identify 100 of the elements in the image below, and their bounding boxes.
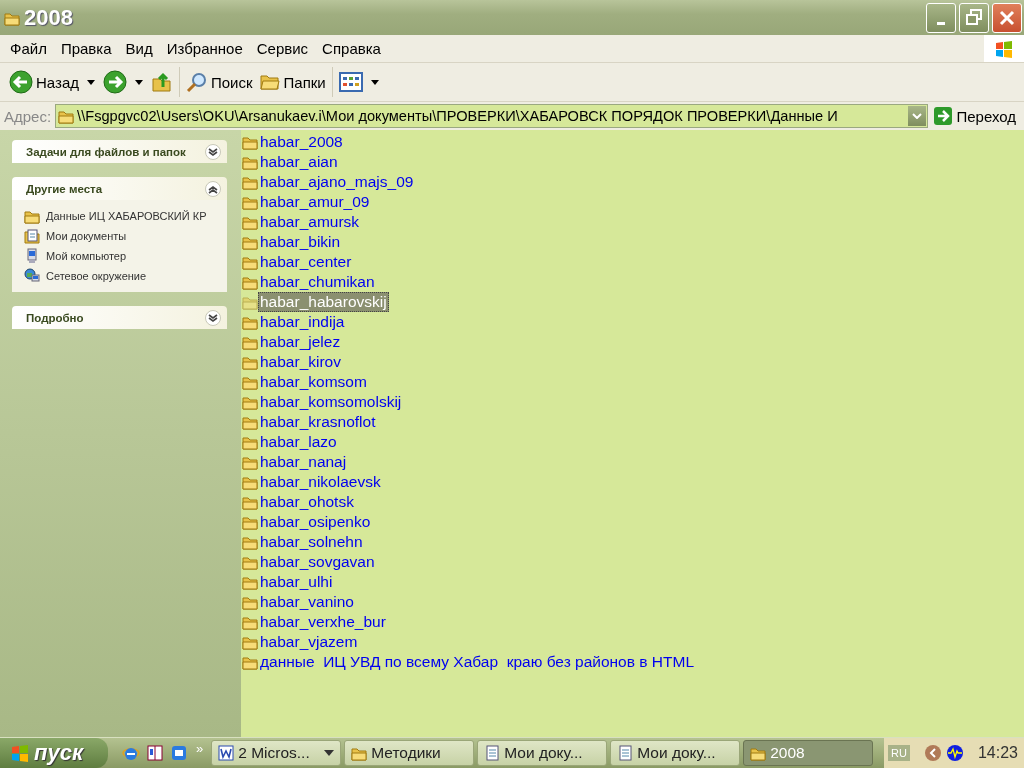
folder-name[interactable]: habar_krasnoflot	[258, 412, 378, 432]
restore-icon	[966, 8, 982, 25]
address-field[interactable]: \\Fsgpgvc02\Users\OKU\Arsanukaev.i\Мои документы\ПРОВЕРКИ\ХАБАРОВСК ПОРЯДОК ПРОВЕРКИ\Данные И	[55, 104, 929, 128]
folder-icon[interactable]	[242, 254, 258, 270]
place-link[interactable]: Сетевое окружение	[24, 268, 221, 284]
taskbar-button[interactable]: Мои доку...	[610, 740, 741, 766]
panel-header[interactable]: Задачи для файлов и папок	[12, 140, 227, 163]
folder-name[interactable]: habar_vjazem	[258, 632, 360, 652]
folder-icon[interactable]	[242, 234, 258, 250]
folder-icon[interactable]	[242, 414, 258, 430]
folder-icon[interactable]	[242, 654, 258, 670]
folder-name[interactable]: habar_indija	[258, 312, 347, 332]
folder-icon[interactable]	[242, 314, 258, 330]
taskbar-button[interactable]: Мои доку...	[477, 740, 608, 766]
folder-name[interactable]: habar_chumikan	[258, 272, 377, 292]
panel-header[interactable]: Другие места	[12, 177, 227, 200]
folder-icon[interactable]	[242, 214, 258, 230]
folder-name[interactable]: habar_jelez	[258, 332, 343, 352]
folders-button[interactable]: Папки	[255, 69, 329, 95]
folder-name[interactable]: habar_solnehn	[258, 532, 365, 552]
minimize-icon	[937, 21, 945, 25]
folder-name[interactable]: habar_ulhi	[258, 572, 335, 592]
folder-icon[interactable]	[242, 154, 258, 170]
folder-name[interactable]: данные ИЦ УВД по всему Хабар краю без районов в HTML	[258, 652, 696, 672]
folder-name[interactable]: habar_komsom	[258, 372, 369, 392]
flag-icon	[10, 743, 30, 763]
go-button[interactable]: Переход	[932, 107, 1024, 125]
folder-icon[interactable]	[242, 514, 258, 530]
folder-icon[interactable]	[242, 274, 258, 290]
folder-icon[interactable]	[242, 634, 258, 650]
folder-name[interactable]: habar_amur_09	[258, 192, 372, 212]
folder-icon[interactable]	[242, 434, 258, 450]
panel-header[interactable]: Подробно	[12, 306, 227, 329]
folder-name[interactable]: habar_center	[258, 252, 354, 272]
document-w-icon	[218, 745, 235, 761]
flag-icon	[994, 38, 1014, 59]
expand-icon[interactable]	[205, 309, 221, 326]
start-button[interactable]: пуск	[0, 738, 108, 768]
mail-icon[interactable]	[170, 744, 188, 762]
folder-icon[interactable]	[242, 394, 258, 410]
folder-name[interactable]: habar_kirov	[258, 352, 343, 372]
collapse-icon[interactable]	[205, 180, 221, 197]
folder-icon[interactable]	[242, 354, 258, 370]
views-icon	[338, 72, 363, 92]
folder-name[interactable]: habar_nikolaevsk	[258, 472, 383, 492]
folder-icon[interactable]	[242, 554, 258, 570]
folder-icon[interactable]	[242, 134, 258, 150]
folder-icon[interactable]	[242, 294, 258, 310]
folder-icon	[58, 108, 75, 124]
folder-up-icon	[151, 71, 173, 93]
menu-item[interactable]: Справка	[315, 40, 388, 57]
folder-name[interactable]: habar_ajano_majs_09	[258, 172, 416, 192]
folder-name[interactable]: habar_lazo	[258, 432, 339, 452]
menu-item[interactable]: Правка	[53, 40, 119, 57]
folder-name[interactable]: habar_ohotsk	[258, 492, 356, 512]
folder-icon[interactable]	[242, 334, 258, 350]
folder-name[interactable]: habar_amursk	[258, 212, 362, 232]
menu-item[interactable]: Вид	[118, 40, 160, 57]
close-button[interactable]	[992, 2, 1022, 33]
window-title: 2008	[24, 4, 73, 31]
folder-icon[interactable]	[242, 594, 258, 610]
folder-icon[interactable]	[242, 494, 258, 510]
folder-icon[interactable]	[242, 194, 258, 210]
taskbar-button[interactable]: Методики	[344, 740, 475, 766]
folder-name[interactable]: habar_vanino	[258, 592, 356, 612]
search-button[interactable]: Поиск	[183, 69, 256, 95]
folder-name[interactable]: habar_aian	[258, 152, 340, 172]
back-button[interactable]: Назад	[6, 68, 82, 96]
folder-icon[interactable]	[242, 454, 258, 470]
place-link[interactable]: Мои документы	[24, 228, 221, 244]
minimize-button[interactable]	[926, 2, 956, 33]
folder-icon[interactable]	[242, 374, 258, 390]
address-label: Адрес:	[4, 107, 52, 125]
book-icon[interactable]	[146, 744, 164, 762]
document-icon	[484, 745, 501, 761]
folder-icon[interactable]	[242, 614, 258, 630]
place-link[interactable]: Мой компьютер	[24, 248, 221, 264]
folder-icon	[750, 745, 767, 761]
folder-name[interactable]: habar_sovgavan	[258, 552, 377, 572]
document-icon	[617, 745, 634, 761]
folder-name[interactable]: habar_komsomolskij	[258, 392, 404, 412]
left-chevron-icon[interactable]	[923, 744, 942, 762]
taskbar-button[interactable]: 2 Micros...	[211, 740, 342, 766]
folder-icon[interactable]	[242, 574, 258, 590]
menu-item[interactable]: Избранное	[159, 40, 250, 57]
place-link[interactable]: Данные ИЦ ХАБАРОВСКИЙ КР	[24, 208, 221, 224]
restore-button[interactable]	[959, 2, 989, 33]
folder-name[interactable]: habar_verxhe_bur	[258, 612, 388, 632]
folder-name[interactable]: habar_osipenko	[258, 512, 373, 532]
expand-icon[interactable]	[205, 143, 221, 160]
folder-icon[interactable]	[242, 534, 258, 550]
folder-name[interactable]: habar_2008	[258, 132, 345, 152]
folder-icon[interactable]	[242, 474, 258, 490]
menu-item[interactable]: Сервис	[249, 40, 316, 57]
menu-item[interactable]: Файл	[3, 40, 54, 57]
folder-name[interactable]: habar_nanaj	[258, 452, 349, 472]
folder-icon[interactable]	[242, 174, 258, 190]
forward-button[interactable]	[100, 68, 130, 96]
folder-name[interactable]: habar_bikin	[258, 232, 343, 252]
network-status-icon[interactable]	[945, 744, 964, 762]
